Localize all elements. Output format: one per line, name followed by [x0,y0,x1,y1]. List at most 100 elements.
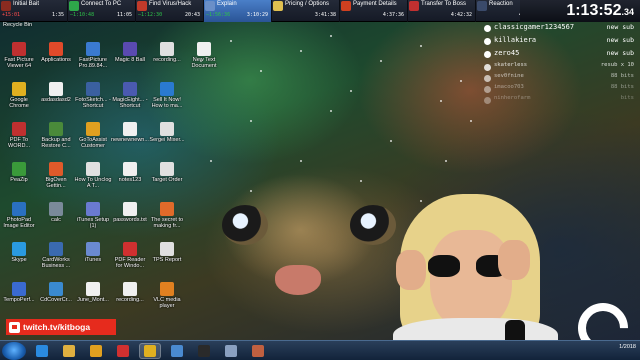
app-icon [160,82,174,96]
app-icon [49,242,63,256]
recycle-bin-label[interactable]: Recycle Bin [3,22,32,28]
desktop-icon[interactable]: GoToAssist Customer [74,122,112,149]
split-time: 1:35 [51,12,64,18]
taskbar-dell-app-icon[interactable] [193,343,215,359]
desktop-icon[interactable]: Target Order [148,162,186,183]
media-player-icon [90,344,102,357]
app-icon [86,282,100,296]
desktop-icon[interactable]: iTunes [74,242,112,263]
start-button[interactable] [2,341,26,360]
desktop-icon[interactable]: Magic 8 Ball [111,42,149,63]
desktop-icon-label: New Text Document [191,57,217,69]
app-icon [123,82,137,96]
desktop-icon[interactable]: iTunes Setup (1) [74,202,112,229]
desktop-icon[interactable]: CardWorks Business ... [37,242,75,269]
desktop-icon-label: June_Mont... [77,297,109,303]
desktop-icon-label: BigOven Gettin... [45,177,67,189]
app-icon [12,242,26,256]
app-icon [197,42,211,56]
alert-event: new sub [606,36,634,44]
desktop-icon[interactable]: June_Mont... [74,282,112,303]
desktop-icon[interactable]: PDF To WORD... [0,122,38,149]
desktop-icon[interactable]: VLC media player [148,282,186,309]
split-delta: —1:10:48 [70,12,95,18]
desktop-icon[interactable]: PhotoPad Image Editor [0,202,38,229]
split-delta: —1:12:30 [138,12,163,18]
desktop-icon[interactable]: calc [37,202,75,223]
desktop-icon[interactable]: Sell It Now! How to ma... [148,82,186,109]
desktop-icon[interactable]: FastPicture Pro.89.84... [74,42,112,69]
desktop-icon[interactable]: asdasdasd2 [37,82,75,103]
star-decoration [420,45,422,47]
desktop-icon[interactable]: How To Unclog A T... [74,162,112,189]
desktop-icon[interactable]: The secret to making fr... [148,202,186,229]
desktop-icon-label: TempoPerf... [3,297,35,303]
desktop-icon[interactable]: MagicEight... - Shortcut [111,82,149,109]
alert-bullet-icon [484,86,491,93]
app-icon [12,42,26,56]
app-icon [12,82,26,96]
split-delta: +15:01 [2,12,21,18]
desktop-icon-label: FotoSketch... - Shortcut [75,97,111,109]
desktop-icon[interactable]: Google Chrome [0,82,38,109]
split-icon [1,1,11,11]
desktop-icon[interactable]: Applications [37,42,75,63]
desktop-icon[interactable]: Sergei Mixer... [148,122,186,143]
taskbar-paint-icon[interactable] [247,343,269,359]
desktop-icon[interactable]: newnewnewn... [111,122,149,143]
split-6: Transfer To Boss 4:42:32 [408,0,476,22]
taskbar-quicktime-icon[interactable] [166,343,188,359]
desktop-icon-label: GoToAssist Customer [79,137,107,149]
app-icon [12,202,26,216]
taskbar-youtube-app-icon[interactable] [112,343,134,359]
taskbar-file-explorer-icon[interactable] [58,343,80,359]
desktop-icon[interactable]: CdCoverCr... [37,282,75,303]
app-icon [86,202,100,216]
desktop-icon-label: How To Unclog A T... [74,177,112,189]
alert-row: classicgamer1234567 new sub [478,22,640,35]
alert-username: skaterless [494,62,528,68]
desktop-icon[interactable]: TempoPerf... [0,282,38,303]
split-icon [205,1,215,11]
desktop-icon[interactable]: TPS Report [148,242,186,263]
star-decoration [360,180,362,182]
desktop-icon[interactable]: recording... [111,282,149,303]
taskbar-internet-explorer-icon[interactable] [31,343,53,359]
taskbar-clock[interactable]: 1/2018 [619,344,636,350]
app-icon [123,282,137,296]
app-icon [160,42,174,56]
desktop-icon[interactable]: passwords.txt [111,202,149,223]
desktop-icon-label: CardWorks Business ... [41,257,71,269]
file-explorer-icon [63,344,75,357]
taskbar-pinned-apps [26,342,269,359]
desktop-icon[interactable]: notes123 [111,162,149,183]
split-name: Initial Bait [13,1,40,7]
split-5: Payment Details 4:37:36 [340,0,408,22]
desktop-icon[interactable]: FotoSketch... - Shortcut [74,82,112,109]
split-0: Initial Bait +15:01 1:35 [0,0,68,22]
twitch-icon [9,321,20,333]
desktop-icon[interactable]: recording... [148,42,186,63]
split-icon [137,1,147,11]
split-4: Pricing / Options 3:41:38 [272,0,340,22]
desktop-icon[interactable]: BigOven Gettin... [37,162,75,189]
taskbar-notepad-icon[interactable] [220,343,242,359]
alert-bullet-icon [484,97,491,104]
desktop-icon-label: TPS Report [152,257,182,263]
desktop-icon[interactable]: Fast Picture Viewer 64 [0,42,38,69]
desktop-icon[interactable]: Skype [0,242,38,263]
app-icon [49,202,63,216]
desktop-icon[interactable]: New Text Document [185,42,223,69]
desktop-icon-label: FastPicture Pro.89.84... [78,57,108,69]
app-icon [160,282,174,296]
alert-event: new sub [606,23,634,31]
split-time: 4:42:32 [450,12,472,18]
desktop-icon[interactable]: Backup and Restore C... [37,122,75,149]
desktop-icon[interactable]: PeaZip [0,162,38,183]
taskbar-chrome-icon[interactable] [139,342,161,359]
taskbar-media-player-icon[interactable] [85,343,107,359]
app-icon [123,242,137,256]
desktop-icon-label: asdasdasd2 [41,97,71,103]
desktop-icon-label: iTunes [84,257,102,263]
desktop-icon[interactable]: PDF Reader for Windo... [111,242,149,269]
